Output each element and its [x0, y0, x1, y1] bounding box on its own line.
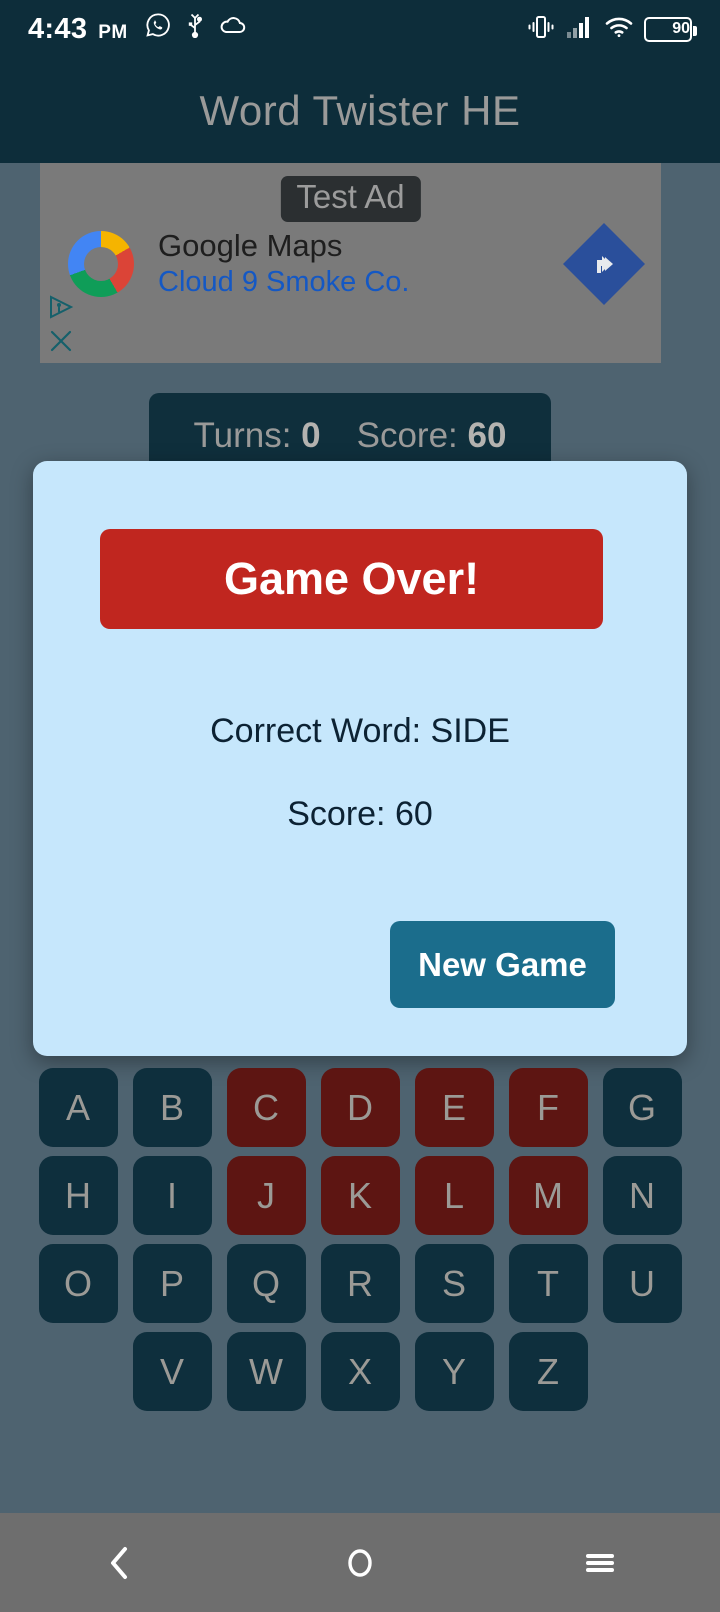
ad-banner[interactable]: Test Ad Google Maps Cloud 9 Smoke Co.	[40, 163, 661, 363]
ad-advertiser: Google Maps	[158, 228, 343, 263]
signal-icon	[566, 15, 594, 44]
battery-icon: 90	[644, 16, 697, 42]
status-bar-ampm: PM	[98, 22, 128, 43]
key-w[interactable]: W	[226, 1332, 306, 1411]
menu-lines-icon[interactable]	[540, 1528, 660, 1598]
status-bar-left: 4:43 PM	[28, 12, 247, 46]
key-v[interactable]: V	[132, 1332, 212, 1411]
key-t[interactable]: T	[508, 1244, 588, 1323]
close-icon[interactable]	[48, 328, 74, 359]
key-r[interactable]: R	[320, 1244, 400, 1323]
turns-status: Turns: 0	[194, 416, 321, 456]
key-i[interactable]: I	[132, 1156, 212, 1235]
key-g[interactable]: G	[602, 1068, 682, 1147]
key-h[interactable]: H	[38, 1156, 118, 1235]
whatsapp-icon	[145, 12, 171, 43]
key-n[interactable]: N	[602, 1156, 682, 1235]
key-z[interactable]: Z	[508, 1332, 588, 1411]
ad-headline: Cloud 9 Smoke Co.	[158, 266, 410, 298]
back-chevron-icon[interactable]	[60, 1528, 180, 1598]
wifi-icon	[604, 15, 634, 44]
score-label: Score:	[356, 415, 458, 455]
keyboard-row-2: HIJKLMN	[0, 1156, 720, 1235]
test-ad-badge: Test Ad	[280, 176, 421, 222]
status-bar-clock: 4:43	[28, 13, 88, 45]
turns-value: 0	[301, 415, 321, 455]
phone-screen: 4:43 PM 90 Word Twister HE Test Ad Googl…	[0, 0, 720, 1612]
key-s[interactable]: S	[414, 1244, 494, 1323]
final-score-text: Score: 60	[287, 795, 433, 833]
key-p[interactable]: P	[132, 1244, 212, 1323]
key-m: M	[508, 1156, 588, 1235]
app-bar: Word Twister HE	[0, 58, 720, 163]
keyboard-row-4: VWXYZ	[0, 1332, 720, 1411]
key-a[interactable]: A	[38, 1068, 118, 1147]
key-c: C	[226, 1068, 306, 1147]
keyboard-row-1: ABCDEFG	[0, 1068, 720, 1147]
key-d: D	[320, 1068, 400, 1147]
game-over-banner: Game Over!	[100, 529, 603, 629]
key-e: E	[414, 1068, 494, 1147]
keyboard-row-3: OPQRSTU	[0, 1244, 720, 1323]
status-bar: 4:43 PM 90	[0, 0, 720, 58]
key-q[interactable]: Q	[226, 1244, 306, 1323]
key-b[interactable]: B	[132, 1068, 212, 1147]
key-y[interactable]: Y	[414, 1332, 494, 1411]
key-j: J	[226, 1156, 306, 1235]
turns-label: Turns:	[193, 415, 292, 455]
page-title: Word Twister HE	[199, 86, 521, 134]
android-navigation-bar	[0, 1513, 720, 1612]
key-o[interactable]: O	[38, 1244, 118, 1323]
key-l: L	[414, 1156, 494, 1235]
new-game-button[interactable]: New Game	[390, 921, 615, 1008]
home-circle-icon[interactable]	[300, 1528, 420, 1598]
vibrate-icon	[526, 14, 556, 45]
key-u[interactable]: U	[602, 1244, 682, 1323]
key-x[interactable]: X	[320, 1332, 400, 1411]
navigation-arrow-icon[interactable]	[562, 222, 646, 306]
usb-icon	[184, 12, 206, 43]
adchoices-icon[interactable]	[48, 294, 78, 325]
score-value: 60	[467, 415, 507, 455]
score-status: Score: 60	[357, 416, 507, 456]
status-bar-right: 90	[526, 14, 697, 45]
correct-word-text: Correct Word: SIDE	[210, 712, 510, 750]
key-f: F	[508, 1068, 588, 1147]
cloud-icon	[219, 14, 247, 41]
letter-keyboard: ABCDEFG HIJKLMN OPQRSTU VWXYZ	[0, 1068, 720, 1420]
battery-percent: 90	[672, 20, 690, 37]
ad-content: Google Maps Cloud 9 Smoke Co.	[68, 228, 409, 299]
google-maps-logo-icon	[68, 230, 134, 297]
key-k: K	[320, 1156, 400, 1235]
